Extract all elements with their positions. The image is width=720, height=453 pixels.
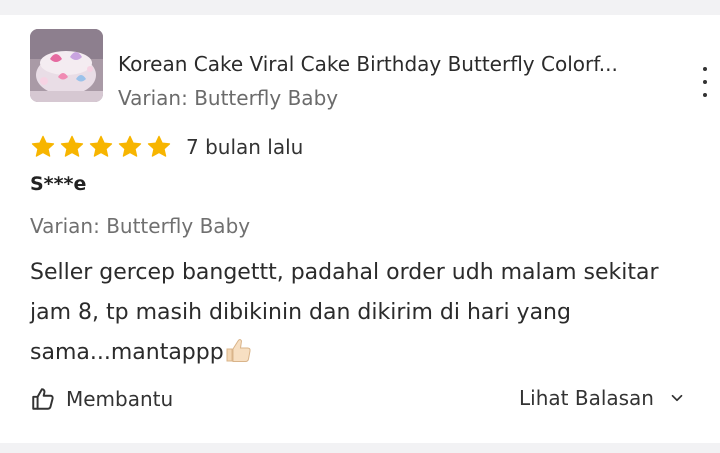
product-header[interactable]: Korean Cake Viral Cake Birthday Butterfl…: [30, 29, 720, 110]
review-text-content: Seller gercep bangettt, padahal order ud…: [30, 260, 659, 365]
star-icon: [60, 135, 84, 157]
star-icon: [31, 135, 55, 157]
review-card: Korean Cake Viral Cake Birthday Butterfl…: [0, 15, 720, 443]
star-icon: [89, 135, 113, 157]
product-title[interactable]: Korean Cake Viral Cake Birthday Butterfl…: [118, 51, 653, 77]
review-variant: Varian: Butterfly Baby: [30, 214, 251, 238]
star-icon: [147, 135, 171, 157]
product-variant: Varian: Butterfly Baby: [118, 86, 339, 110]
review-actions: Membantu Lihat Balasan: [30, 386, 686, 416]
helpful-button[interactable]: Membantu: [30, 386, 173, 412]
rating-row: 7 bulan lalu: [30, 132, 303, 162]
more-options-icon[interactable]: [695, 67, 715, 97]
star-icon: [118, 135, 142, 157]
review-text: Seller gercep bangettt, padahal order ud…: [30, 253, 690, 373]
chevron-down-icon: [671, 394, 683, 402]
view-replies-label: Lihat Balasan: [519, 386, 654, 410]
cake-thumbnail-image: [30, 29, 103, 102]
star-rating: [30, 134, 172, 160]
review-time: 7 bulan lalu: [186, 135, 304, 159]
thumbs-up-emoji-icon: [226, 339, 251, 362]
thumbs-up-icon: [32, 388, 54, 410]
reviewer-name: S***e: [30, 173, 87, 195]
product-thumbnail[interactable]: [30, 29, 103, 102]
helpful-label: Membantu: [66, 387, 174, 411]
view-replies-button[interactable]: Lihat Balasan: [519, 386, 686, 410]
